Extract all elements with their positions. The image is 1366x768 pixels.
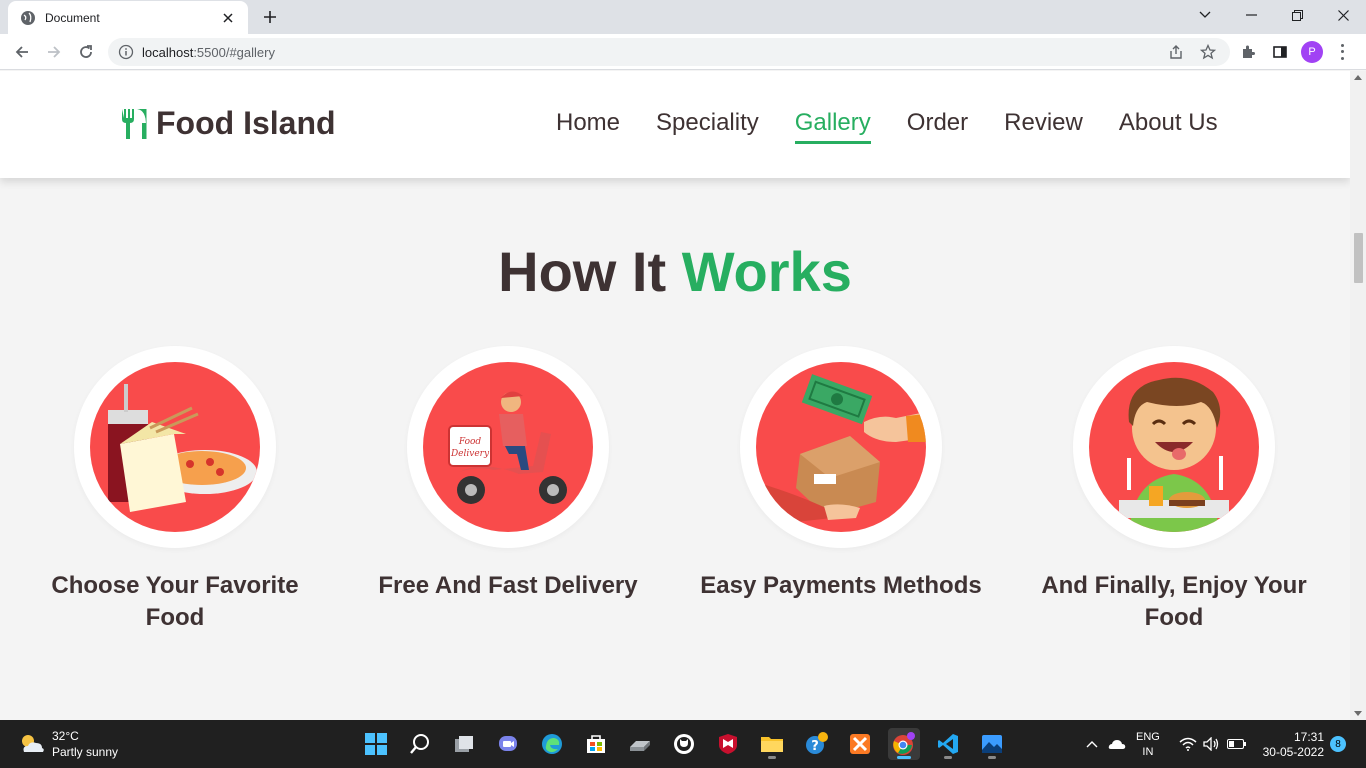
main-nav: Home Speciality Gallery Order Review Abo…: [556, 109, 1254, 144]
browser-tab-bar: Document: [0, 0, 1366, 34]
step-card-delivery: Food Delivery Free And Fast Delivery: [358, 346, 658, 602]
profile-avatar[interactable]: P: [1301, 41, 1323, 63]
weather-condition: Partly sunny: [52, 745, 119, 759]
forward-button[interactable]: [42, 40, 66, 64]
section-title: How It Works: [0, 239, 1350, 304]
browser-toolbar: localhost:5500/#gallery P: [0, 34, 1366, 70]
windows-start-icon[interactable]: [360, 728, 392, 760]
logo-text: Food Island: [156, 105, 336, 141]
step-card-payments: Easy Payments Methods: [691, 346, 991, 602]
extensions-icon[interactable]: [1239, 43, 1257, 61]
svg-text:?: ?: [811, 739, 819, 754]
reload-button[interactable]: [74, 40, 98, 64]
utensils-icon: [120, 107, 150, 141]
browser-tab[interactable]: Document: [8, 1, 248, 34]
nav-review[interactable]: Review: [1004, 109, 1083, 144]
wifi-icon[interactable]: [1178, 734, 1198, 754]
step-card-choose-food: Choose Your Favorite Food: [25, 346, 325, 634]
scroll-up-arrow[interactable]: [1354, 75, 1362, 80]
step-card-enjoy-food: And Finally, Enjoy Your Food: [1024, 346, 1324, 634]
svg-text:Delivery: Delivery: [450, 449, 490, 459]
delivery-scooter-icon: Food Delivery: [423, 362, 593, 532]
chevron-up-icon[interactable]: [1084, 734, 1100, 754]
bookmark-star-icon[interactable]: [1200, 44, 1216, 60]
site-header: Food Island Home Speciality Gallery Orde…: [0, 71, 1350, 178]
share-icon[interactable]: [1168, 44, 1184, 60]
task-view-icon[interactable]: [448, 728, 480, 760]
url-text: localhost:5500/#gallery: [142, 44, 275, 60]
step-title: Easy Payments Methods: [700, 572, 982, 599]
svg-text:Food: Food: [458, 437, 482, 447]
nav-home[interactable]: Home: [556, 109, 620, 144]
payment-package-icon: [756, 362, 926, 532]
page-viewport: Food Island Home Speciality Gallery Orde…: [0, 71, 1366, 720]
step-image-frame: [1073, 346, 1275, 548]
battery-icon[interactable]: [1226, 734, 1248, 754]
globe-icon: [20, 10, 36, 26]
step-image-frame: [74, 346, 276, 548]
scroll-thumb[interactable]: [1354, 233, 1363, 283]
page-scrollbar[interactable]: [1350, 71, 1366, 720]
new-tab-button[interactable]: [258, 7, 282, 27]
section-title-accent: Works: [681, 240, 852, 303]
edge-browser-icon[interactable]: [536, 728, 568, 760]
chevron-down-icon[interactable]: [1182, 0, 1228, 30]
onedrive-cloud-icon[interactable]: [1106, 734, 1128, 754]
tips-help-icon[interactable]: ?: [800, 728, 832, 760]
address-bar[interactable]: localhost:5500/#gallery: [108, 38, 1230, 66]
notification-badge[interactable]: 8: [1330, 736, 1346, 752]
temperature: 32°C: [52, 729, 79, 743]
window-close-button[interactable]: [1320, 0, 1366, 30]
scroll-down-arrow[interactable]: [1354, 711, 1362, 716]
minimize-button[interactable]: [1228, 0, 1274, 30]
more-menu-icon[interactable]: [1336, 42, 1348, 62]
restore-button[interactable]: [1274, 0, 1320, 30]
step-image-frame: [740, 346, 942, 548]
step-title: And Finally, Enjoy Your Food: [1041, 572, 1307, 631]
food-combo-icon: [90, 362, 260, 532]
nav-order[interactable]: Order: [907, 109, 968, 144]
tab-title: Document: [45, 10, 100, 25]
side-panel-icon[interactable]: [1271, 43, 1289, 61]
search-icon[interactable]: [404, 728, 436, 760]
weather-widget[interactable]: 32°C Partly sunny: [18, 728, 118, 760]
partly-sunny-icon: [18, 732, 46, 756]
drive-icon[interactable]: [624, 728, 656, 760]
system-clock[interactable]: 17:31 30-05-2022: [1258, 730, 1324, 760]
photos-icon[interactable]: [976, 728, 1008, 760]
clock-date: 30-05-2022: [1262, 745, 1324, 759]
close-icon[interactable]: [220, 10, 236, 26]
vscode-icon[interactable]: [932, 728, 964, 760]
microsoft-store-icon[interactable]: [580, 728, 612, 760]
nav-gallery[interactable]: Gallery: [794, 109, 871, 144]
happy-eater-icon: [1089, 362, 1259, 532]
volume-icon[interactable]: [1202, 734, 1222, 754]
step-image-frame: Food Delivery: [407, 346, 609, 548]
step-title: Choose Your Favorite Food: [51, 572, 299, 631]
chrome-icon[interactable]: [888, 728, 920, 760]
input-language[interactable]: ENG IN: [1136, 730, 1160, 760]
mcafee-icon[interactable]: [712, 728, 744, 760]
step-title: Free And Fast Delivery: [378, 572, 638, 599]
xampp-icon[interactable]: [844, 728, 876, 760]
nav-about-us[interactable]: About Us: [1119, 109, 1218, 144]
clock-time: 17:31: [1293, 730, 1324, 744]
site-logo[interactable]: Food Island: [120, 105, 336, 142]
github-icon[interactable]: [668, 728, 700, 760]
file-explorer-icon[interactable]: [756, 728, 788, 760]
teams-chat-icon[interactable]: [492, 728, 524, 760]
nav-speciality[interactable]: Speciality: [656, 109, 759, 144]
info-icon[interactable]: [118, 44, 134, 60]
section-title-main: How It: [498, 240, 667, 303]
back-button[interactable]: [10, 40, 34, 64]
windows-taskbar: 32°C Partly sunny ? ENG IN 17:31 30-05-2…: [0, 720, 1366, 768]
